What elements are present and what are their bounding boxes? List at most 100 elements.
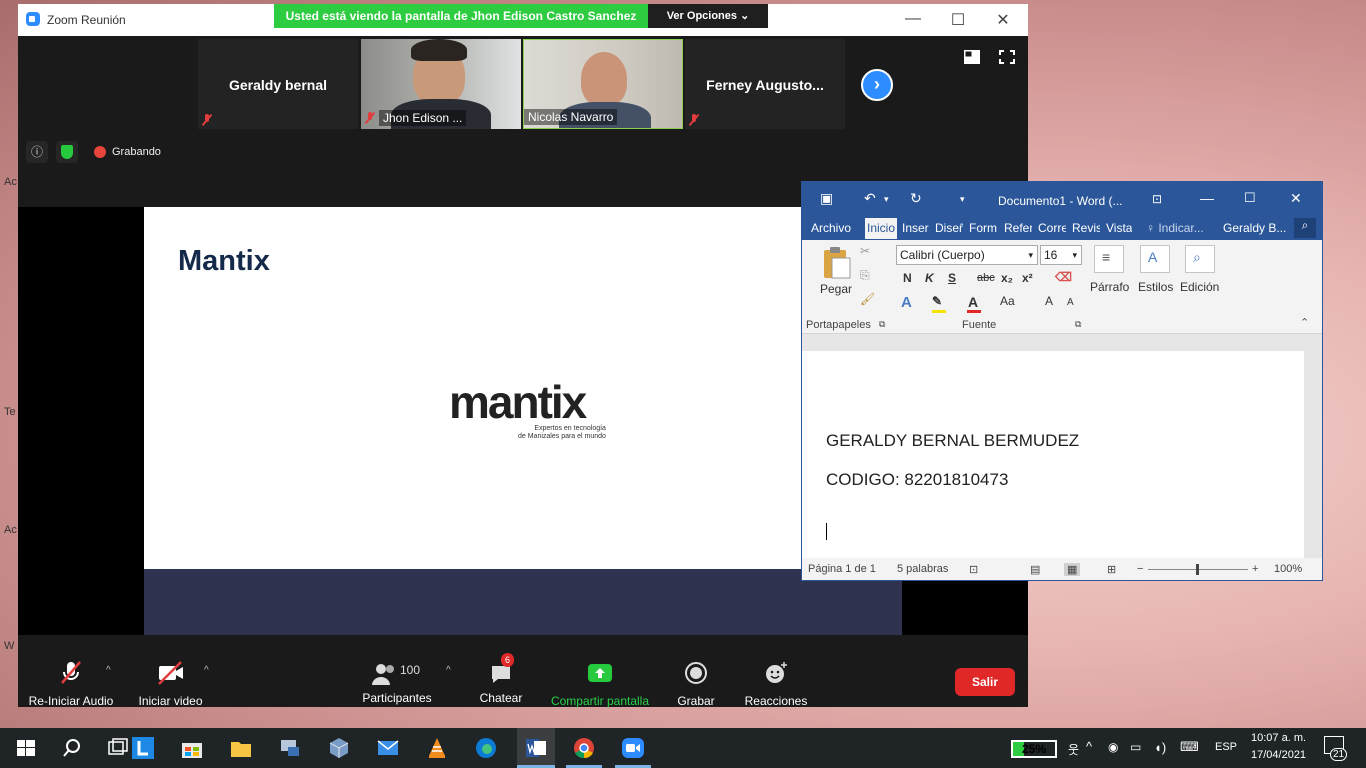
- desktop-icon-label[interactable]: Te: [4, 406, 16, 418]
- editing-button[interactable]: ⌕: [1185, 245, 1215, 273]
- zoom-app-icon[interactable]: [621, 736, 645, 760]
- tab-archivo[interactable]: Archivo: [811, 221, 851, 235]
- participant-video-tile[interactable]: Jhon Edison ...: [361, 39, 521, 129]
- close-icon[interactable]: ✕: [1290, 190, 1302, 207]
- network-tool-icon[interactable]: [278, 736, 302, 760]
- zoom-in-icon[interactable]: +: [1252, 563, 1258, 575]
- minimize-icon[interactable]: —: [903, 10, 923, 28]
- subscript-button[interactable]: x₂: [1001, 271, 1013, 285]
- leave-meeting-button[interactable]: Salir: [955, 668, 1015, 696]
- participant-tile[interactable]: Ferney Augusto...: [685, 39, 845, 129]
- print-layout-icon[interactable]: ▦: [1064, 563, 1081, 576]
- virtualbox-icon[interactable]: [327, 736, 351, 760]
- clock-time[interactable]: 10:07 a. m.: [1251, 732, 1306, 744]
- show-hidden-icons-chevron-icon[interactable]: ^: [1086, 739, 1092, 754]
- file-explorer-icon[interactable]: [229, 736, 253, 760]
- font-color-icon[interactable]: A: [968, 294, 978, 310]
- zoom-level[interactable]: 100%: [1274, 563, 1302, 575]
- task-view-icon[interactable]: [106, 736, 130, 760]
- desktop-icon-label[interactable]: W: [4, 640, 14, 652]
- copy-icon[interactable]: ⎘: [860, 268, 870, 283]
- superscript-button[interactable]: x²: [1022, 271, 1033, 285]
- search-icon[interactable]: ⌕: [1294, 218, 1316, 238]
- share-screen-button[interactable]: Compartir pantalla: [545, 659, 655, 708]
- customize-toolbar-icon[interactable]: ▾: [960, 194, 965, 205]
- app-l-icon[interactable]: [131, 736, 155, 760]
- view-options-button[interactable]: Ver Opciones ⌄: [648, 4, 768, 28]
- security-shield-icon[interactable]: [56, 141, 78, 163]
- edge-icon[interactable]: [474, 736, 498, 760]
- tell-me-box[interactable]: ♀ Indicar...: [1146, 221, 1204, 235]
- undo-icon[interactable]: ↶: [864, 190, 876, 207]
- page-count[interactable]: Página 1 de 1: [808, 563, 876, 575]
- web-layout-icon[interactable]: ⊞: [1107, 563, 1116, 576]
- paragraph-button[interactable]: ≡: [1094, 245, 1124, 273]
- italic-button[interactable]: K: [925, 271, 934, 285]
- clock-date[interactable]: 17/04/2021: [1251, 749, 1306, 761]
- chrome-icon[interactable]: [572, 736, 596, 760]
- desktop-icon-label[interactable]: Ac: [4, 176, 17, 188]
- tab-revisar[interactable]: Revis: [1072, 221, 1100, 235]
- tab-insertar[interactable]: Inser: [902, 221, 930, 235]
- strikethrough-button[interactable]: abc: [977, 272, 995, 284]
- video-options-caret-icon[interactable]: ^: [204, 665, 209, 676]
- word-icon[interactable]: [524, 736, 548, 760]
- zoom-slider-thumb[interactable]: [1196, 564, 1199, 575]
- participants-button[interactable]: 100 Participantes: [358, 659, 436, 705]
- clear-formatting-icon[interactable]: ⌫: [1055, 270, 1072, 284]
- text-effects-icon[interactable]: A: [901, 294, 912, 311]
- tab-inicio[interactable]: Inicio: [865, 218, 897, 239]
- zoom-titlebar[interactable]: Zoom Reunión Usted está viendo la pantal…: [18, 4, 1028, 36]
- cut-icon[interactable]: ✂: [860, 244, 870, 258]
- battery-indicator[interactable]: 25%: [1011, 740, 1057, 758]
- undo-dropdown-icon[interactable]: ▾: [884, 194, 889, 205]
- tab-correspondencia[interactable]: Corre: [1038, 221, 1066, 235]
- microsoft-store-icon[interactable]: [180, 736, 204, 760]
- vlc-icon[interactable]: [425, 736, 449, 760]
- recording-indicator[interactable]: Grabando: [94, 146, 161, 158]
- maximize-icon[interactable]: ☐: [1244, 190, 1256, 206]
- audio-button[interactable]: Re-Iniciar Audio: [26, 659, 116, 708]
- tab-vista[interactable]: Vista: [1106, 221, 1132, 235]
- change-case-icon[interactable]: Aa: [1000, 294, 1015, 308]
- video-button[interactable]: Iniciar video: [133, 659, 208, 708]
- highlight-icon[interactable]: ✎: [932, 294, 942, 308]
- dialog-launcher-icon[interactable]: ⧉: [879, 319, 885, 330]
- word-titlebar[interactable]: ▣ ↶ ▾ ↻ ▾ Documento1 - Word (... ⊡ — ☐ ✕: [802, 182, 1322, 216]
- next-participants-button[interactable]: ›: [861, 69, 893, 101]
- font-name-select[interactable]: Calibri (Cuerpo) ▾: [896, 245, 1038, 265]
- reactions-button[interactable]: Reacciones: [740, 659, 812, 708]
- zoom-out-icon[interactable]: −: [1137, 563, 1143, 575]
- styles-button[interactable]: A: [1140, 245, 1170, 273]
- read-mode-icon[interactable]: ▤: [1030, 563, 1040, 576]
- record-button[interactable]: Grabar: [671, 659, 721, 708]
- tab-diseno[interactable]: Diseñ: [935, 221, 963, 235]
- fullscreen-icon[interactable]: [999, 50, 1015, 64]
- search-icon[interactable]: [60, 736, 84, 760]
- clipboard-icon[interactable]: [820, 246, 852, 280]
- ribbon-display-icon[interactable]: ⊡: [1152, 192, 1162, 206]
- underline-button[interactable]: S: [948, 271, 956, 285]
- chat-button[interactable]: 6 Chatear: [476, 653, 526, 705]
- minimize-icon[interactable]: —: [1200, 190, 1214, 206]
- proofing-icon[interactable]: ⊡: [969, 563, 978, 576]
- mail-icon[interactable]: [376, 736, 400, 760]
- battery-tray-icon[interactable]: ▭: [1130, 740, 1141, 754]
- shrink-font-icon[interactable]: A: [1067, 297, 1074, 308]
- dialog-launcher-icon[interactable]: ⧉: [1075, 319, 1081, 330]
- keyboard-icon[interactable]: ⌨: [1180, 739, 1199, 755]
- bold-button[interactable]: N: [903, 271, 912, 285]
- tab-formato[interactable]: Form: [969, 221, 997, 235]
- save-icon[interactable]: ▣: [820, 190, 833, 207]
- participant-tile[interactable]: Geraldy bernal: [198, 39, 358, 129]
- redo-icon[interactable]: ↻: [910, 190, 922, 207]
- windows-start-icon[interactable]: [14, 736, 38, 760]
- participants-options-caret-icon[interactable]: ^: [446, 665, 451, 676]
- audio-options-caret-icon[interactable]: ^: [106, 665, 111, 676]
- participant-video-tile[interactable]: Nicolas Navarro: [523, 39, 683, 129]
- paste-label[interactable]: Pegar: [820, 282, 852, 296]
- collapse-ribbon-icon[interactable]: ⌃: [1300, 316, 1309, 329]
- font-size-select[interactable]: 16 ▾: [1040, 245, 1082, 265]
- volume-icon[interactable]: ◖): [1154, 740, 1166, 755]
- close-icon[interactable]: ✕: [993, 10, 1013, 30]
